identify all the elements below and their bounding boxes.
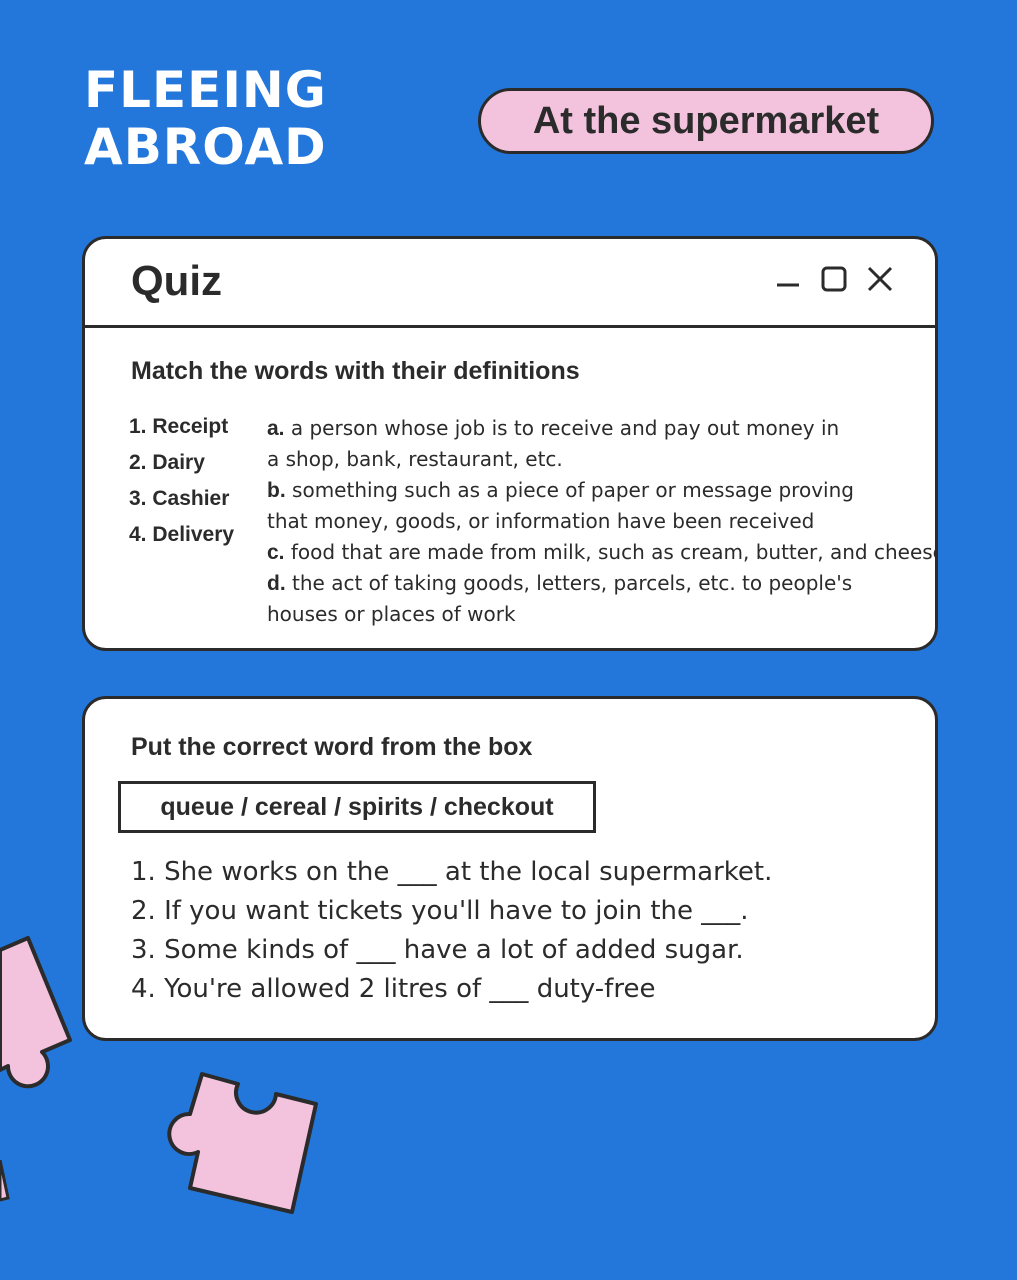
definition-a: a. a person whose job is to receive and … — [267, 413, 927, 444]
brand-line-2: ABROAD — [84, 118, 327, 176]
definition-letter: b. — [267, 479, 286, 502]
window-controls — [773, 265, 895, 295]
sentence-item: 1. She works on the ___ at the local sup… — [131, 857, 773, 887]
word-item: 2. Dairy — [129, 451, 205, 474]
quiz-window: Quiz Match the words with their definiti… — [82, 236, 938, 651]
definition-text: food that are made from milk, such as cr… — [290, 540, 938, 564]
match-heading: Match the words with their definitions — [131, 357, 580, 385]
puzzle-piece-icon — [0, 1160, 10, 1202]
sentence-list: 1. She works on the ___ at the local sup… — [131, 853, 772, 1009]
brand-line-1: FLEEING — [84, 61, 327, 119]
word-item: 1. Receipt — [129, 415, 229, 438]
word-list: 1. Receipt 2. Dairy 3. Cashier 4. Delive… — [129, 409, 234, 553]
topic-pill: At the supermarket — [478, 88, 934, 154]
minimize-icon[interactable] — [773, 265, 803, 295]
definition-text: the act of taking goods, letters, parcel… — [292, 571, 853, 595]
definition-letter: d. — [267, 572, 286, 595]
sentence-item: 4. You're allowed 2 litres of ___ duty-f… — [131, 974, 656, 1004]
definition-letter: c. — [267, 541, 285, 564]
sentence-item: 2. If you want tickets you'll have to jo… — [131, 896, 749, 926]
definition-letter: a. — [267, 417, 285, 440]
definition-text: a person whose job is to receive and pay… — [290, 416, 840, 440]
definition-b: b. something such as a piece of paper or… — [267, 475, 927, 506]
puzzle-piece-icon — [0, 936, 72, 1089]
close-icon[interactable] — [865, 265, 895, 295]
definition-text: a shop, bank, restaurant, etc. — [267, 447, 563, 471]
brand-title: FLEEING ABROAD — [84, 62, 327, 176]
maximize-icon[interactable] — [819, 265, 849, 295]
quiz-titlebar: Quiz — [85, 239, 935, 328]
word-item: 3. Cashier — [129, 487, 230, 510]
definition-list: a. a person whose job is to receive and … — [267, 413, 935, 630]
window-title: Quiz — [131, 257, 222, 304]
definition-text: something such as a piece of paper or me… — [292, 478, 854, 502]
definition-d: d. the act of taking goods, letters, par… — [267, 568, 927, 599]
sentence-item: 3. Some kinds of ___ have a lot of added… — [131, 935, 744, 965]
word-item: 4. Delivery — [129, 523, 235, 546]
definition-text: that money, goods, or information have b… — [267, 509, 815, 533]
fill-heading: Put the correct word from the box — [131, 733, 533, 761]
puzzle-piece-icon — [167, 1072, 318, 1214]
definition-c: c. food that are made from milk, such as… — [267, 537, 935, 568]
definition-text: houses or places of work — [267, 602, 516, 626]
fill-in-card: Put the correct word from the box queue … — [82, 696, 938, 1041]
word-box: queue / cereal / spirits / checkout — [118, 781, 596, 833]
